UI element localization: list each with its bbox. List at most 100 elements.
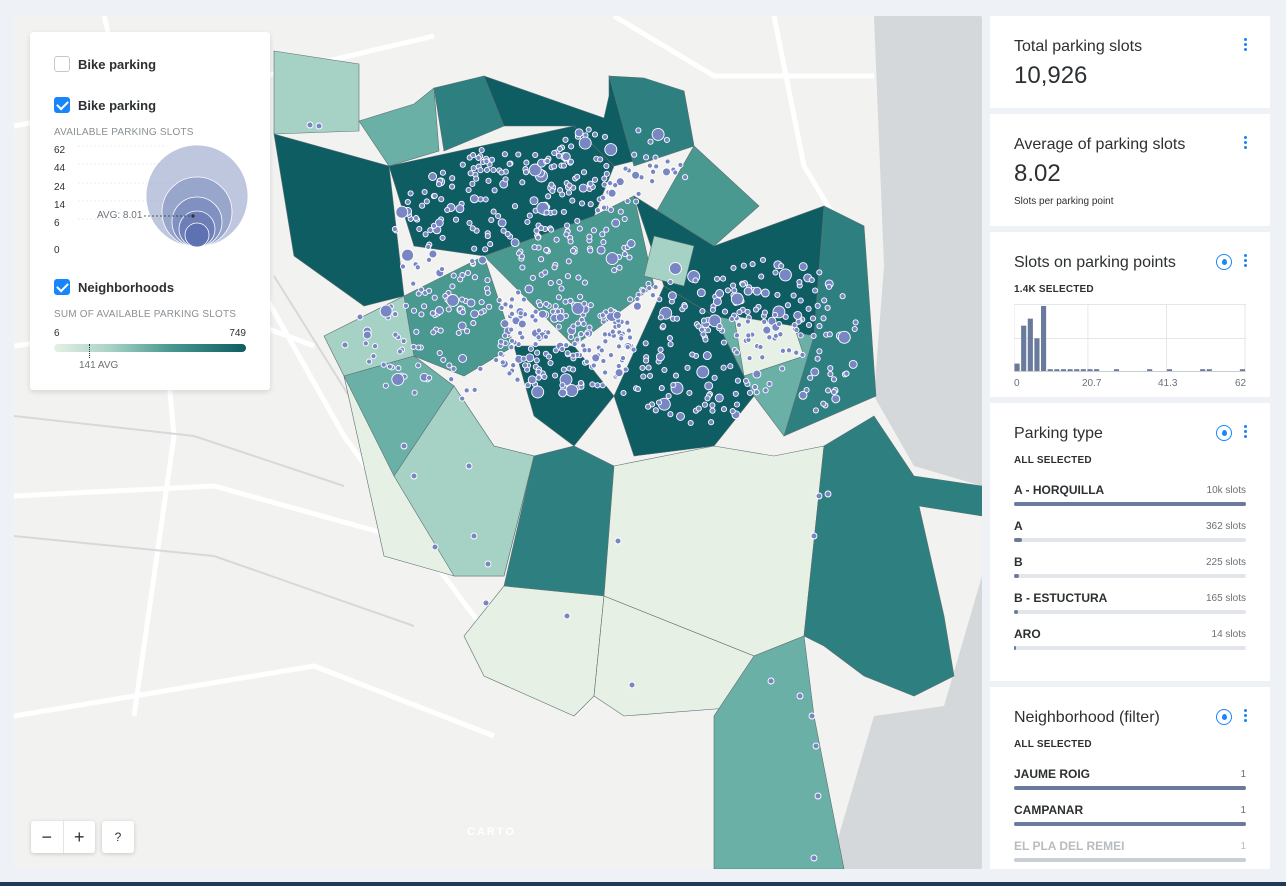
parking-point[interactable]: [439, 169, 446, 176]
parking-point[interactable]: [709, 306, 716, 313]
parking-point[interactable]: [735, 321, 743, 328]
parking-point[interactable]: [569, 197, 576, 204]
parking-point[interactable]: [458, 353, 468, 363]
parking-point[interactable]: [459, 161, 466, 168]
parking-point[interactable]: [543, 247, 550, 254]
parking-point[interactable]: [696, 365, 710, 379]
parking-point[interactable]: [542, 269, 549, 276]
parking-point[interactable]: [667, 278, 674, 286]
parking-point[interactable]: [643, 154, 650, 161]
parking-point[interactable]: [581, 300, 588, 307]
parking-point[interactable]: [430, 329, 437, 336]
parking-point[interactable]: [567, 297, 574, 304]
parking-point[interactable]: [814, 302, 821, 309]
parking-point[interactable]: [478, 309, 485, 316]
parking-point[interactable]: [531, 385, 545, 399]
parking-point[interactable]: [744, 318, 751, 325]
parking-point[interactable]: [772, 269, 779, 276]
parking-point[interactable]: [782, 313, 789, 320]
parking-point[interactable]: [487, 241, 494, 248]
parking-point[interactable]: [551, 149, 558, 157]
parking-point[interactable]: [729, 408, 736, 415]
parking-point[interactable]: [465, 186, 472, 194]
parking-point[interactable]: [570, 323, 577, 330]
parking-point[interactable]: [421, 188, 428, 196]
parking-point[interactable]: [660, 323, 667, 330]
parking-point[interactable]: [668, 262, 682, 275]
parking-point[interactable]: [596, 245, 606, 255]
parking-point[interactable]: [482, 196, 489, 203]
parking-point[interactable]: [600, 239, 607, 246]
parking-point[interactable]: [532, 317, 539, 324]
parking-point[interactable]: [587, 201, 594, 208]
parking-point[interactable]: [824, 490, 832, 498]
histogram-bar[interactable]: [1034, 338, 1040, 372]
parking-point[interactable]: [696, 288, 706, 298]
parking-point[interactable]: [640, 373, 647, 380]
parking-point[interactable]: [848, 359, 858, 369]
parking-point[interactable]: [525, 353, 535, 363]
parking-point[interactable]: [517, 319, 527, 329]
parking-point[interactable]: [449, 175, 456, 182]
parking-point[interactable]: [670, 381, 677, 389]
parking-point[interactable]: [547, 279, 554, 287]
parking-point[interactable]: [497, 218, 507, 228]
parking-point[interactable]: [545, 353, 553, 360]
parking-point[interactable]: [798, 262, 808, 272]
parking-point[interactable]: [692, 277, 699, 284]
parking-point[interactable]: [614, 537, 622, 545]
parking-point[interactable]: [730, 264, 737, 271]
parking-point[interactable]: [577, 293, 584, 300]
parking-point[interactable]: [652, 284, 659, 291]
parking-point[interactable]: [449, 283, 456, 290]
parking-point[interactable]: [466, 219, 473, 227]
parking-point[interactable]: [656, 296, 663, 303]
layer-toggle-neighborhoods[interactable]: Neighborhoods: [54, 279, 174, 295]
parking-point[interactable]: [810, 332, 817, 339]
parking-point[interactable]: [657, 314, 664, 321]
parking-point[interactable]: [555, 294, 562, 301]
parking-point[interactable]: [560, 208, 567, 215]
parking-point[interactable]: [767, 677, 775, 685]
parking-point[interactable]: [672, 169, 679, 176]
parking-point[interactable]: [646, 285, 653, 292]
parking-point[interactable]: [583, 358, 590, 365]
parking-point[interactable]: [552, 372, 559, 379]
parking-point[interactable]: [436, 349, 443, 357]
parking-point[interactable]: [620, 389, 627, 397]
parking-point[interactable]: [709, 402, 716, 409]
parking-point[interactable]: [437, 327, 444, 334]
parking-point[interactable]: [734, 377, 741, 384]
parking-point[interactable]: [821, 297, 828, 304]
parking-point[interactable]: [565, 384, 579, 398]
parking-point[interactable]: [511, 203, 519, 210]
parking-point[interactable]: [507, 303, 515, 310]
parking-point[interactable]: [538, 256, 545, 263]
parking-point[interactable]: [567, 333, 574, 340]
parking-point[interactable]: [624, 344, 631, 351]
parking-point[interactable]: [839, 293, 846, 300]
parking-point[interactable]: [452, 216, 460, 223]
parking-point[interactable]: [526, 212, 533, 219]
parking-point[interactable]: [535, 234, 542, 241]
parking-point[interactable]: [600, 194, 607, 201]
parking-point[interactable]: [455, 204, 465, 214]
checkbox-checked[interactable]: [54, 279, 70, 295]
parking-point[interactable]: [635, 127, 642, 134]
parking-point[interactable]: [615, 322, 622, 329]
parking-point[interactable]: [440, 356, 447, 363]
parking-point[interactable]: [500, 227, 507, 234]
parking-point[interactable]: [529, 274, 536, 281]
parking-point[interactable]: [396, 348, 404, 355]
parking-point[interactable]: [551, 264, 558, 271]
parking-point[interactable]: [762, 325, 772, 335]
parking-point[interactable]: [510, 238, 520, 248]
parking-point[interactable]: [759, 256, 767, 263]
parking-point[interactable]: [501, 151, 508, 158]
parking-point[interactable]: [470, 320, 477, 327]
parking-point[interactable]: [651, 127, 665, 141]
parking-point[interactable]: [673, 315, 681, 322]
more-options-icon[interactable]: [1244, 136, 1248, 149]
parking-point[interactable]: [578, 183, 588, 193]
parking-point[interactable]: [796, 278, 803, 286]
